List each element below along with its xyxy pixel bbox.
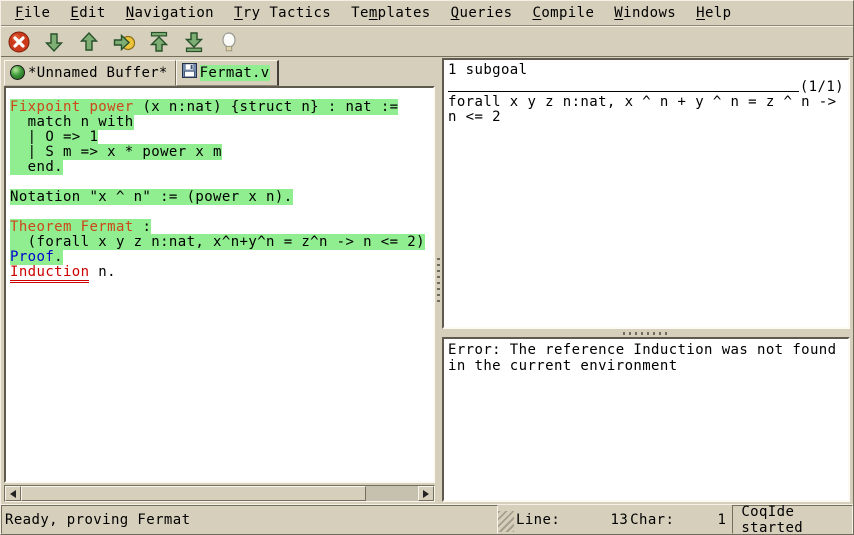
triangle-right-icon bbox=[423, 490, 429, 498]
arrow-up-icon bbox=[77, 30, 101, 54]
code-line: (forall x y z n:nat, x^n+y^n = z^n -> n … bbox=[10, 235, 433, 250]
menu-try-tactics[interactable]: Try Tactics bbox=[224, 3, 341, 23]
code-line: Notation "x ^ n" := (power x n). bbox=[10, 190, 433, 205]
tab-label: *Unnamed Buffer* bbox=[28, 65, 168, 81]
code-line bbox=[10, 175, 433, 190]
splitter-grip-icon bbox=[623, 332, 669, 335]
tab-label: Fermat.v bbox=[200, 65, 270, 81]
scrollbar-trough[interactable] bbox=[21, 486, 418, 501]
horizontal-scrollbar[interactable] bbox=[4, 485, 435, 502]
scroll-right-button[interactable] bbox=[418, 486, 434, 501]
code-line: match n with bbox=[10, 115, 433, 130]
arrow-top-icon bbox=[147, 30, 171, 54]
stop-button[interactable] bbox=[6, 29, 32, 55]
code-line: end. bbox=[10, 160, 433, 175]
line-char-indicator: Line: 13 Char: 1 bbox=[514, 505, 726, 534]
scroll-left-button[interactable] bbox=[5, 486, 21, 501]
buffer-status-icon bbox=[10, 65, 25, 80]
step-backward-button[interactable] bbox=[76, 29, 102, 55]
menu-file[interactable]: File bbox=[5, 3, 60, 23]
message-text-line: in the current environment bbox=[448, 358, 844, 374]
messages-panel[interactable]: Error: The reference Induction was not f… bbox=[442, 337, 850, 502]
menu-windows[interactable]: Windows bbox=[604, 3, 686, 23]
line-label: Line: bbox=[514, 512, 560, 528]
tab-bar: *Unnamed Buffer* Fermat.v bbox=[4, 58, 435, 86]
status-text: Ready, proving Fermat bbox=[1, 505, 498, 534]
code-line: Theorem Fermat : bbox=[10, 220, 433, 235]
status-bar: Ready, proving Fermat Line: 13 Char: 1 C… bbox=[1, 504, 853, 534]
coqide-window: FileEditNavigationTry TacticsTemplatesQu… bbox=[0, 0, 854, 535]
vertical-splitter[interactable] bbox=[435, 57, 442, 504]
code-line bbox=[10, 205, 433, 220]
toolbar bbox=[1, 26, 853, 57]
arrow-to-cursor-icon bbox=[112, 30, 136, 54]
menu-bar: FileEditNavigationTry TacticsTemplatesQu… bbox=[1, 1, 853, 26]
scrollbar-thumb[interactable] bbox=[21, 486, 366, 501]
code-line: Proof. bbox=[10, 250, 433, 265]
code-line: Induction n. bbox=[10, 265, 433, 280]
menu-templates[interactable]: Templates bbox=[341, 3, 441, 23]
script-editor[interactable]: Fixpoint power (x n:nat) {struct n} : na… bbox=[4, 86, 435, 483]
goal-counter: (1/1) bbox=[799, 80, 844, 95]
menu-compile[interactable]: Compile bbox=[522, 3, 604, 23]
stop-icon bbox=[7, 30, 31, 54]
arrow-bottom-icon bbox=[182, 30, 206, 54]
hint-button[interactable] bbox=[216, 29, 242, 55]
menu-help[interactable]: Help bbox=[686, 3, 741, 23]
code-line: | S m => x * power x m bbox=[10, 145, 433, 160]
menu-navigation[interactable]: Navigation bbox=[116, 3, 224, 23]
goal-text-line: forall x y z n:nat, x ^ n + y ^ n = z ^ … bbox=[448, 95, 844, 110]
proof-pane: 1 subgoal (1/1) forall x y z n:nat, x ^ … bbox=[442, 57, 853, 504]
message-text-line: Error: The reference Induction was not f… bbox=[448, 342, 844, 358]
goal-header: 1 subgoal bbox=[448, 63, 844, 78]
goal-text-line: n <= 2 bbox=[448, 110, 844, 125]
lightbulb-icon bbox=[217, 30, 241, 54]
go-to-end-button[interactable] bbox=[181, 29, 207, 55]
tab-fermat-v[interactable]: Fermat.v bbox=[176, 60, 279, 86]
save-icon bbox=[182, 63, 197, 82]
step-forward-button[interactable] bbox=[41, 29, 67, 55]
splitter-grip-icon bbox=[437, 258, 440, 304]
line-value: 13 bbox=[560, 512, 628, 528]
arrow-down-icon bbox=[42, 30, 66, 54]
tab-unnamed-buffer[interactable]: *Unnamed Buffer* bbox=[4, 60, 176, 86]
char-value: 1 bbox=[674, 512, 726, 528]
separator-line bbox=[448, 91, 799, 92]
menu-edit[interactable]: Edit bbox=[60, 3, 115, 23]
go-to-cursor-button[interactable] bbox=[111, 29, 137, 55]
horizontal-splitter[interactable] bbox=[442, 329, 850, 337]
script-pane: *Unnamed Buffer* Fermat.v Fixpoint power … bbox=[1, 57, 435, 504]
code-line: Fixpoint power (x n:nat) {struct n} : na… bbox=[10, 100, 433, 115]
main-content: *Unnamed Buffer* Fermat.v Fixpoint power … bbox=[1, 57, 853, 504]
goal-separator: (1/1) bbox=[448, 80, 844, 95]
menu-queries[interactable]: Queries bbox=[441, 3, 523, 23]
code-line: | O => 1 bbox=[10, 130, 433, 145]
app-message: CoqIde started bbox=[732, 505, 853, 534]
message-body: Error: The reference Induction was not f… bbox=[448, 342, 844, 374]
goal-body: forall x y z n:nat, x ^ n + y ^ n = z ^ … bbox=[448, 95, 844, 125]
goals-panel[interactable]: 1 subgoal (1/1) forall x y z n:nat, x ^ … bbox=[442, 58, 850, 329]
triangle-left-icon bbox=[10, 490, 16, 498]
resize-grip[interactable] bbox=[498, 511, 514, 532]
go-to-start-button[interactable] bbox=[146, 29, 172, 55]
char-label: Char: bbox=[628, 512, 674, 528]
